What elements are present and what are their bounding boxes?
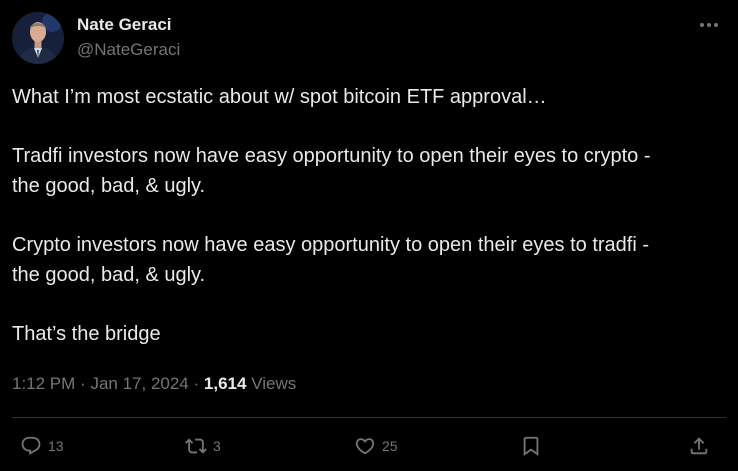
tweet-paragraph: Crypto investors now have easy opportuni… xyxy=(12,234,650,286)
reply-count: 13 xyxy=(48,438,64,454)
like-count: 25 xyxy=(382,438,398,454)
tweet-paragraph: That’s the bridge xyxy=(12,323,161,345)
action-bar: 13 3 25 xyxy=(12,427,726,465)
views-count: 1,614 xyxy=(203,374,247,393)
like-button[interactable]: 25 xyxy=(354,427,398,465)
divider xyxy=(12,417,726,418)
repost-count: 3 xyxy=(213,438,221,454)
tweet-card: Nate Geraci @NateGeraci What I’m most ec… xyxy=(0,0,738,471)
avatar[interactable] xyxy=(12,12,64,64)
meta-separator: · xyxy=(80,374,86,393)
heart-icon xyxy=(355,438,375,455)
reply-icon xyxy=(21,436,41,455)
user-avatar-icon xyxy=(12,12,64,64)
tweet-time[interactable]: 1:12 PM xyxy=(12,374,75,393)
bookmark-icon xyxy=(523,436,539,457)
reply-button[interactable]: 13 xyxy=(20,427,64,465)
bookmark-button[interactable] xyxy=(520,427,542,465)
more-horizontal-icon xyxy=(700,23,718,27)
author-display-name[interactable]: Nate Geraci xyxy=(77,14,180,36)
tweet-metadata: 1:12 PM · Jan 17, 2024 · 1,614 Views xyxy=(12,373,296,395)
share-icon xyxy=(690,437,708,455)
tweet-paragraph: Tradfi investors now have easy opportuni… xyxy=(12,145,651,197)
tweet-date[interactable]: Jan 17, 2024 xyxy=(90,374,188,393)
author-handle[interactable]: @NateGeraci xyxy=(77,39,180,61)
views-label: Views xyxy=(251,374,297,393)
meta-separator: · xyxy=(193,374,200,393)
repost-button[interactable]: 3 xyxy=(185,427,221,465)
tweet-text: What I’m most ecstatic about w/ spot bit… xyxy=(12,82,726,349)
author-info: Nate Geraci @NateGeraci xyxy=(77,14,180,61)
more-options-button[interactable] xyxy=(694,12,724,38)
repost-icon xyxy=(185,438,207,454)
share-button[interactable] xyxy=(688,427,710,465)
tweet-paragraph: What I’m most ecstatic about w/ spot bit… xyxy=(12,86,547,108)
